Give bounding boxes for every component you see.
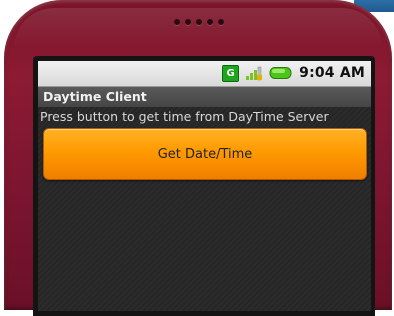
status-bar: G 9:04 AM (38, 61, 371, 87)
clock-time: 9:04 AM (299, 65, 365, 81)
app-title-bar: Daytime Client (38, 87, 371, 107)
network-g-icon: G (222, 64, 240, 82)
speaker-hole (218, 19, 224, 25)
device-screen: G 9:04 AM Daytime Client Press button to… (38, 61, 371, 311)
phone-rim (14, 8, 382, 48)
signal-icon (245, 65, 263, 81)
speaker-hole (196, 19, 202, 25)
get-date-time-button[interactable]: Get Date/Time (43, 128, 367, 180)
instruction-text: Press button to get time from DayTime Se… (40, 109, 329, 124)
speaker-hole (207, 19, 213, 25)
app-title: Daytime Client (43, 89, 147, 104)
speaker-hole (174, 19, 180, 25)
speaker-hole (185, 19, 191, 25)
earpiece-speaker (174, 19, 224, 25)
battery-icon (269, 66, 293, 80)
status-icons: G 9:04 AM (222, 64, 365, 82)
